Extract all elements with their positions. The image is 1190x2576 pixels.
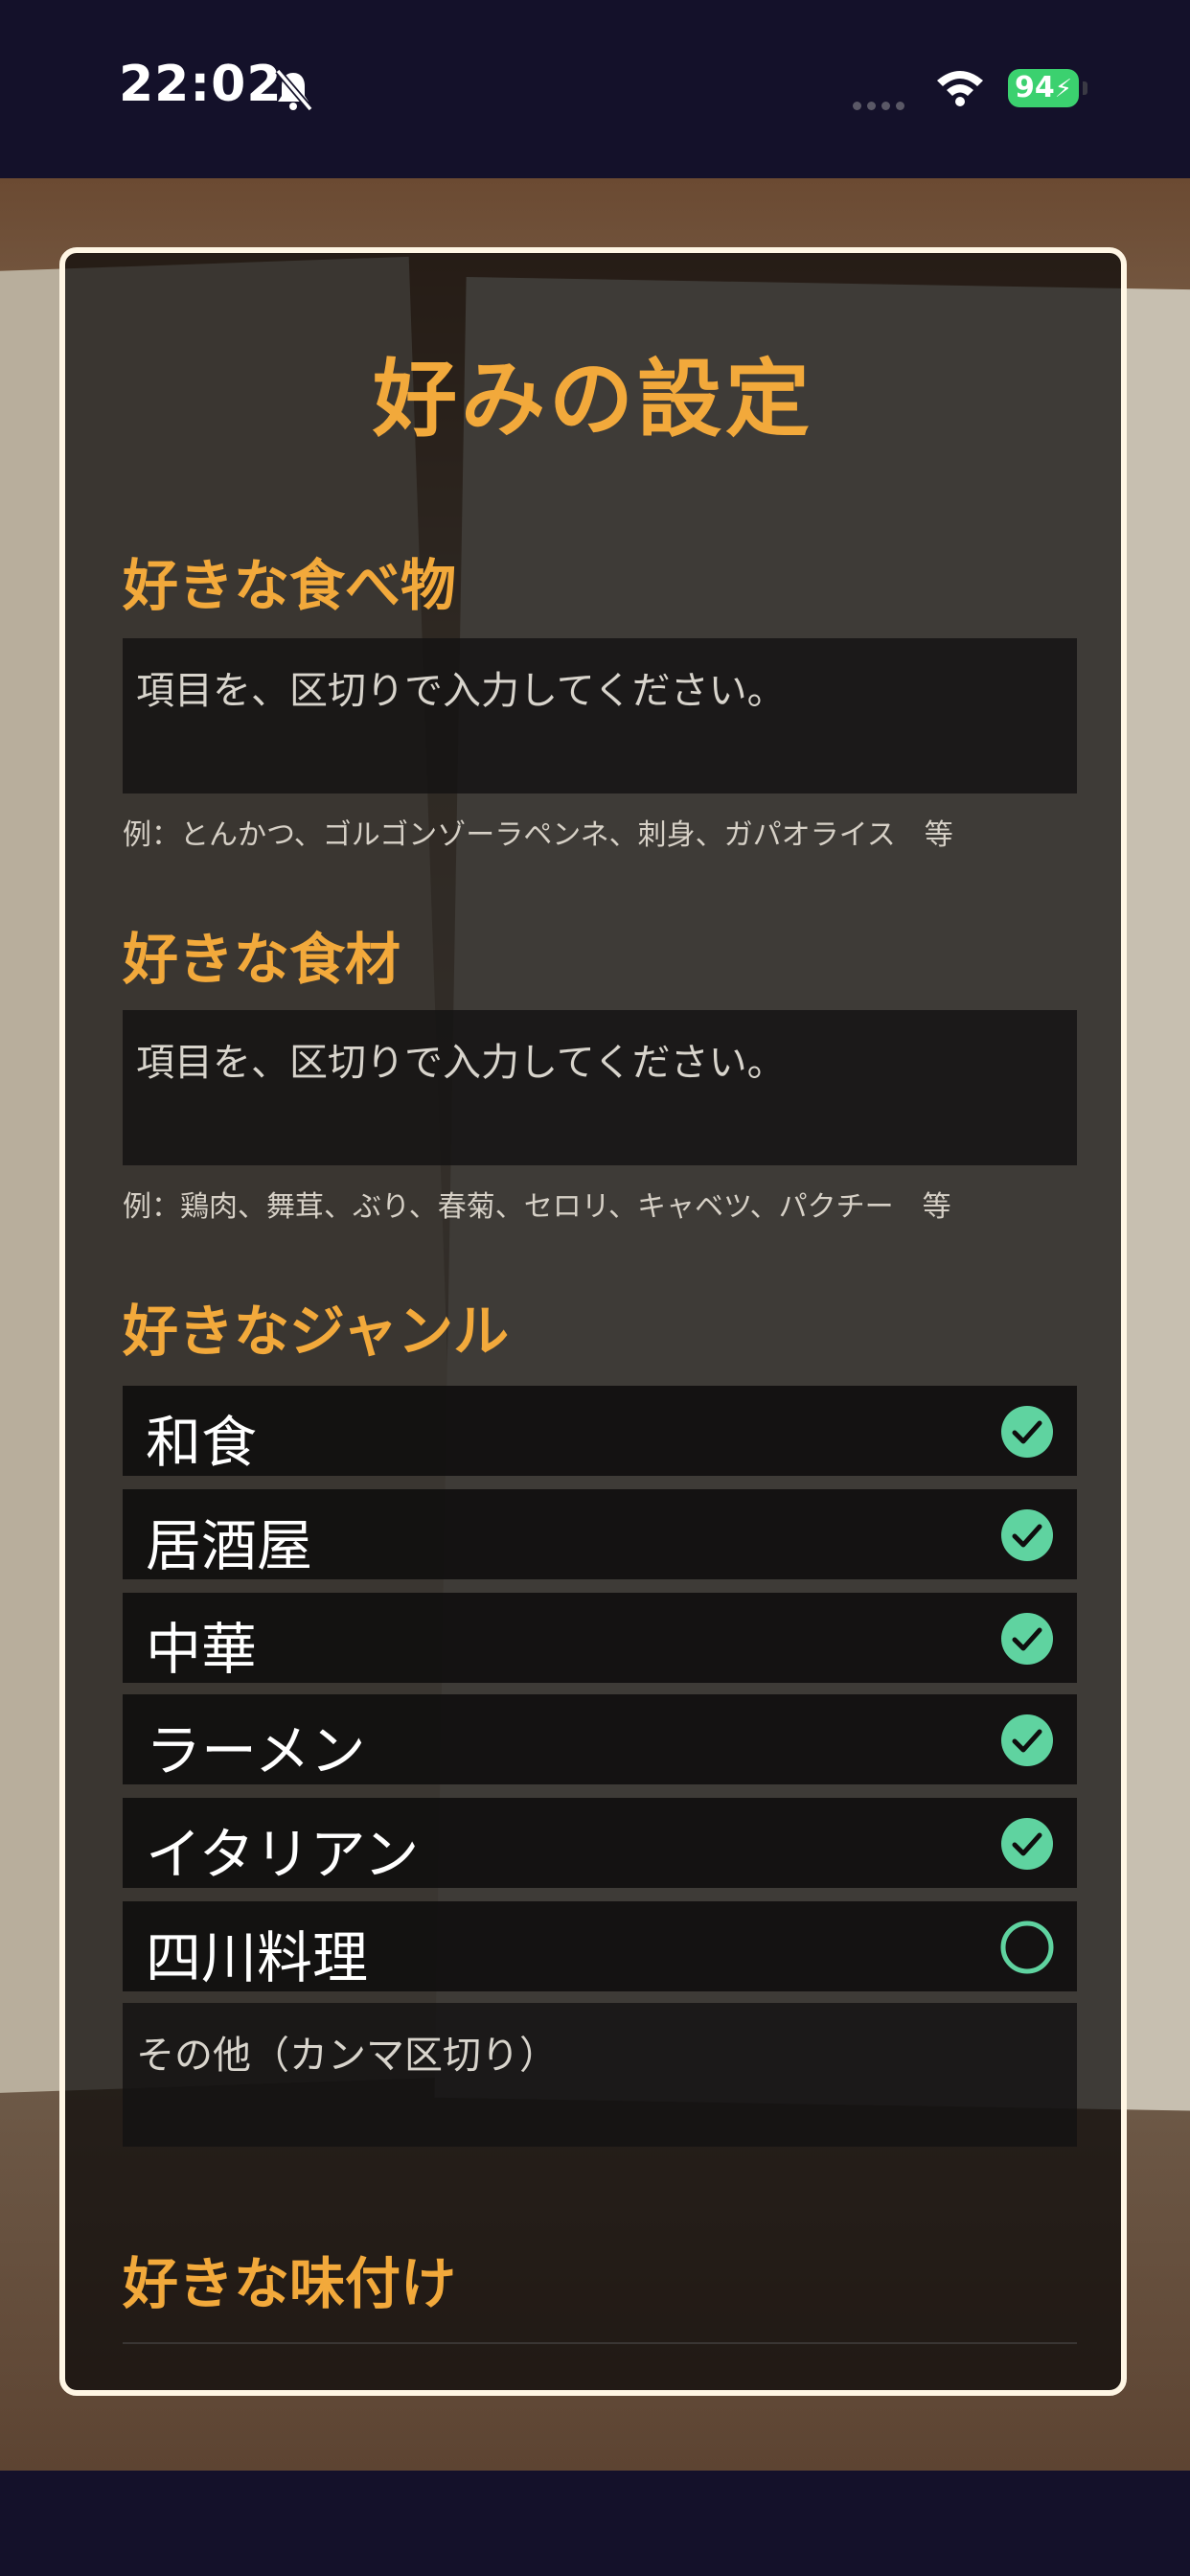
check-circle-icon — [1001, 1818, 1053, 1870]
status-time: 22:02 — [119, 56, 283, 113]
charging-bolt-icon: ⚡ — [1054, 75, 1072, 104]
foods-input[interactable]: 項目を、区切りで入力してください。 — [123, 638, 1077, 794]
genre-label: 居酒屋 — [146, 1513, 313, 1578]
bell-slash-icon — [275, 68, 313, 112]
check-circle-icon — [1001, 1714, 1053, 1766]
foods-section-title: 好きな食べ物 — [123, 553, 457, 618]
battery-indicator: 94⚡ — [1008, 69, 1079, 107]
section-divider — [123, 2342, 1077, 2344]
genres-section-title: 好きなジャンル — [123, 1299, 510, 1364]
empty-circle-icon — [1000, 1920, 1054, 1974]
genre-label: イタリアン — [146, 1822, 420, 1887]
check-circle-icon — [1001, 1613, 1053, 1665]
foods-input-placeholder: 項目を、区切りで入力してください。 — [136, 669, 786, 713]
genre-label: 四川料理 — [146, 1925, 369, 1990]
ingredients-hint: 例：鶏肉、舞茸、ぶり、春菊、セロリ、キャベツ、パクチー 等 — [123, 1190, 951, 1224]
battery-tip — [1083, 81, 1087, 95]
seasoning-section-title: 好きな味付け — [123, 2251, 457, 2316]
foods-hint: 例：とんかつ、ゴルゴンゾーラペンネ、刺身、ガパオライス 等 — [123, 818, 953, 852]
other-genre-placeholder: その他（カンマ区切り） — [136, 2034, 558, 2078]
genre-row-sichuan[interactable]: 四川料理 — [123, 1901, 1077, 1991]
genre-label: 中華 — [146, 1617, 258, 1682]
ingredients-input[interactable]: 項目を、区切りで入力してください。 — [123, 1010, 1077, 1165]
check-circle-icon — [1001, 1509, 1053, 1561]
other-genre-input[interactable]: その他（カンマ区切り） — [123, 2003, 1077, 2147]
ingredients-section-title: 好きな食材 — [123, 927, 401, 992]
genre-row-italian[interactable]: イタリアン — [123, 1798, 1077, 1888]
bottom-bar — [0, 2471, 1190, 2576]
wifi-icon — [937, 71, 983, 106]
genre-row-washoku[interactable]: 和食 — [123, 1386, 1077, 1476]
genre-row-ramen[interactable]: ラーメン — [123, 1694, 1077, 1784]
modal-title: 好みの設定 — [372, 350, 813, 448]
genre-label: ラーメン — [146, 1718, 366, 1783]
battery-level: 94 — [1014, 71, 1055, 104]
check-circle-icon — [1001, 1406, 1053, 1458]
genre-row-izakaya[interactable]: 居酒屋 — [123, 1489, 1077, 1579]
ingredients-input-placeholder: 項目を、区切りで入力してください。 — [136, 1041, 786, 1085]
cellular-signal-icon — [853, 96, 910, 114]
preferences-modal: 好みの設定 好きな食べ物 項目を、区切りで入力してください。 例：とんかつ、ゴル… — [59, 247, 1127, 2396]
genre-row-chuka[interactable]: 中華 — [123, 1593, 1077, 1683]
genre-label: 和食 — [146, 1410, 258, 1475]
status-bar: 22:02 94⚡ — [0, 0, 1190, 178]
